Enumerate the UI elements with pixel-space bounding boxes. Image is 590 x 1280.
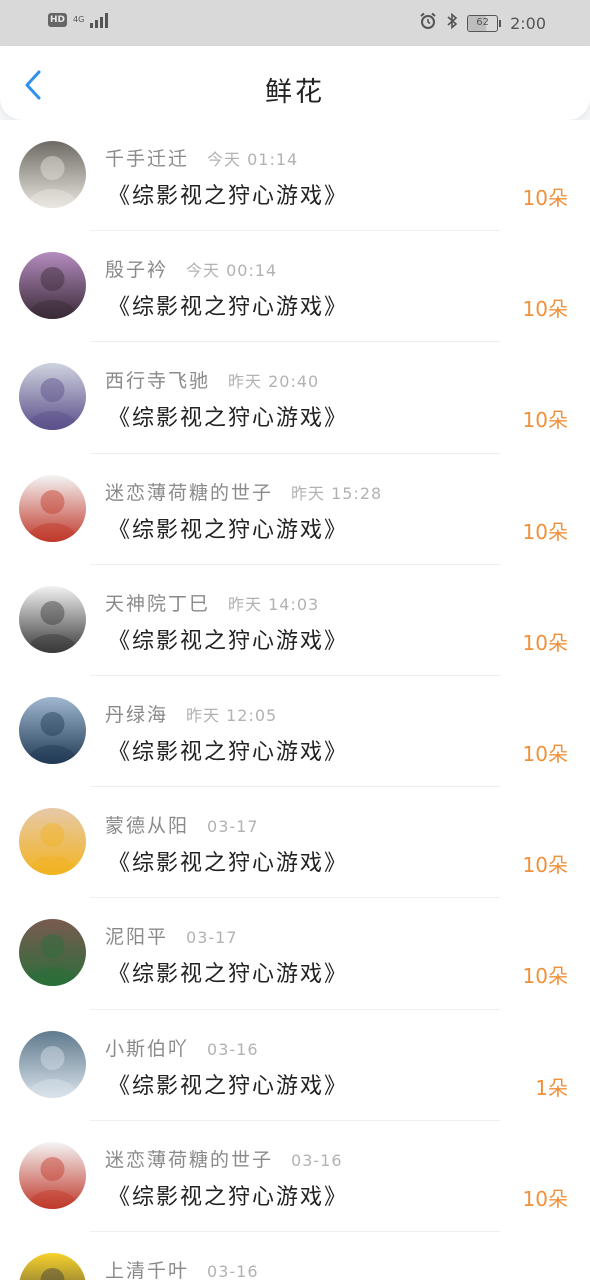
flower-count: 10朵 [522,853,568,878]
avatar[interactable] [19,808,86,876]
list-item[interactable]: 西行寺飞驰 昨天 20:40 《综影视之狩心游戏》 10朵 [0,342,590,454]
clock: 2:00 [510,13,546,33]
user-name[interactable]: 天神院丁巳 [105,589,210,616]
timestamp: 03-17 [207,817,259,837]
status-right: 62 2:00 [419,12,546,34]
user-name[interactable]: 千手迁迁 [105,144,189,171]
user-name[interactable]: 上清千叶 [105,1256,189,1280]
book-title: 《综影视之狩心游戏》 [108,739,349,765]
user-name[interactable]: 丹绿海 [105,700,168,727]
battery-body: 62 [467,14,499,32]
list-item[interactable]: 天神院丁巳 昨天 14:03 《综影视之狩心游戏》 10朵 [0,565,590,676]
timestamp: 昨天 15:28 [291,483,383,503]
book-title: 《综影视之狩心游戏》 [108,295,349,321]
alarm-icon [419,12,437,34]
flower-count: 10朵 [522,408,568,433]
flower-count: 10朵 [522,519,568,544]
user-name[interactable]: 迷恋薄荷糖的世子 [105,478,273,505]
user-name[interactable]: 西行寺飞驰 [105,366,210,393]
signal-icon [90,12,109,28]
timestamp: 03-17 [186,928,238,948]
page-title: 鲜花 [265,77,325,108]
flower-count: 10朵 [522,186,568,210]
list-item[interactable]: 迷恋薄荷糖的世子 03-16 《综影视之狩心游戏》 10朵 [0,1121,590,1232]
record-meta: 泥阳平 03-17 [105,922,238,949]
avatar[interactable] [19,252,86,320]
timestamp: 03-16 [207,1261,259,1280]
timestamp: 03-16 [291,1150,343,1170]
avatar[interactable] [19,363,86,431]
list-item[interactable]: 丹绿海 昨天 12:05 《综影视之狩心游戏》 10朵 [0,676,590,788]
list-item[interactable]: 千手迁迁 今天 01:14 《综影视之狩心游戏》 10朵 [0,120,590,232]
book-title: 《综影视之狩心游戏》 [108,851,349,877]
bluetooth-icon [446,12,458,34]
timestamp: 今天 00:14 [186,261,278,281]
record-meta: 殷子衿 今天 00:14 [105,255,277,282]
record-meta: 蒙德从阳 03-17 [105,811,259,838]
nav-bar: 鲜花 [0,46,590,120]
flower-count: 10朵 [522,964,568,989]
timestamp: 昨天 14:03 [228,594,320,614]
avatar[interactable] [19,696,86,764]
book-title: 《综影视之狩心游戏》 [108,517,349,543]
avatar[interactable] [19,474,86,542]
timestamp: 今天 01:14 [207,150,299,169]
flower-count: 10朵 [522,741,568,766]
book-title: 《综影视之狩心游戏》 [108,962,349,988]
record-meta: 丹绿海 昨天 12:05 [105,700,277,727]
user-name[interactable]: 泥阳平 [105,922,168,949]
list-item[interactable]: 迷恋薄荷糖的世子 昨天 15:28 《综影视之狩心游戏》 10朵 [0,454,590,565]
avatar[interactable] [19,1141,86,1209]
flower-count: 10朵 [522,1186,568,1211]
hd-badge: HD [48,13,68,27]
list-item[interactable]: 殷子衿 今天 00:14 《综影视之狩心游戏》 10朵 [0,231,590,343]
user-name[interactable]: 迷恋薄荷糖的世子 [105,1145,273,1172]
status-bar: HD 4G 62 2:00 [0,0,590,46]
book-title: 《综影视之狩心游戏》 [108,628,349,654]
battery-tip [499,19,502,27]
flower-count: 10朵 [522,297,568,322]
book-title: 《综影视之狩心游戏》 [108,1073,349,1099]
list-item[interactable]: 上清千叶 03-16 [0,1232,590,1280]
battery-level: 62 [476,16,489,28]
user-name[interactable]: 蒙德从阳 [105,811,189,838]
battery-icon: 62 [467,14,502,32]
timestamp: 昨天 12:05 [186,705,278,725]
record-meta: 西行寺飞驰 昨天 20:40 [105,366,319,393]
list-item[interactable]: 小斯伯吖 03-16 《综影视之狩心游戏》 1朵 [0,1010,590,1121]
status-left: HD 4G [48,12,109,28]
record-meta: 上清千叶 03-16 [105,1256,259,1280]
flower-count: 10朵 [522,630,568,655]
list-item[interactable]: 泥阳平 03-17 《综影视之狩心游戏》 10朵 [0,898,590,1010]
avatar[interactable] [19,585,86,653]
record-meta: 天神院丁巳 昨天 14:03 [105,589,319,616]
record-meta: 迷恋薄荷糖的世子 03-16 [105,1145,343,1172]
avatar[interactable] [19,141,86,208]
list-item[interactable]: 蒙德从阳 03-17 《综影视之狩心游戏》 10朵 [0,787,590,899]
timestamp: 03-16 [207,1039,259,1059]
avatar[interactable] [19,919,86,987]
avatar[interactable] [19,1252,86,1280]
user-name[interactable]: 小斯伯吖 [105,1034,189,1061]
book-title: 《综影视之狩心游戏》 [108,184,349,209]
record-meta: 迷恋薄荷糖的世子 昨天 15:28 [105,478,382,505]
record-meta: 小斯伯吖 03-16 [105,1034,259,1061]
flower-count: 1朵 [535,1075,568,1100]
user-name[interactable]: 殷子衿 [105,255,168,282]
record-meta: 千手迁迁 今天 01:14 [105,144,298,171]
book-title: 《综影视之狩心游戏》 [108,1184,349,1210]
timestamp: 昨天 20:40 [228,372,320,392]
avatar[interactable] [19,1030,86,1098]
book-title: 《综影视之狩心游戏》 [108,406,349,432]
network-label: 4G [73,15,85,24]
flower-record-list[interactable]: 千手迁迁 今天 01:14 《综影视之狩心游戏》 10朵 殷子衿 今天 00:14 《综影视… [0,120,590,1280]
